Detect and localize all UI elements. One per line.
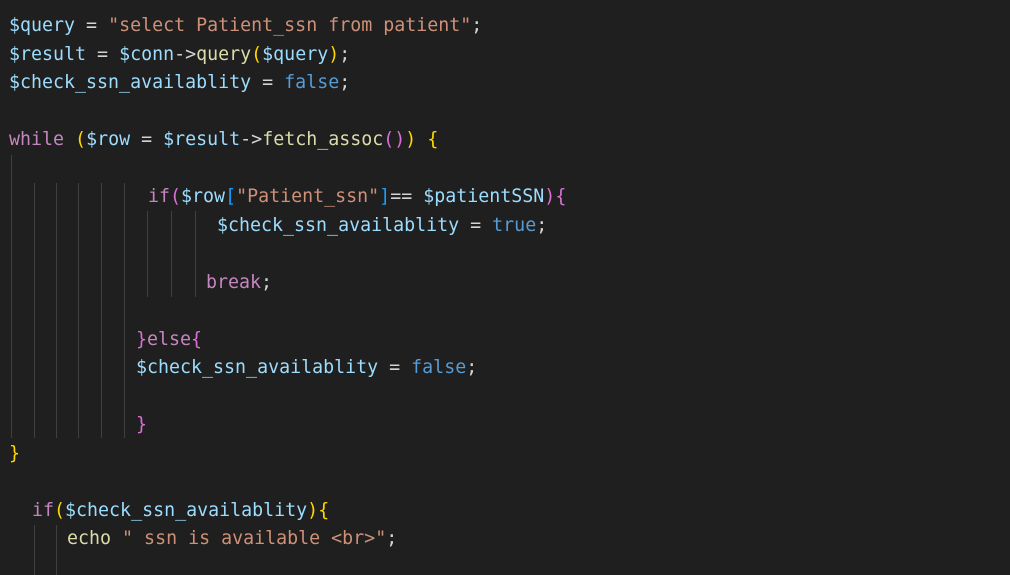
code-token: ( xyxy=(170,186,182,207)
code-line-13[interactable]: $check_ssn_availablity = false; xyxy=(136,354,477,382)
code-token: $check_ssn_availablity xyxy=(217,215,460,236)
code-token: = xyxy=(459,215,493,236)
code-editor[interactable]: $query = "select Patient_ssn from patien… xyxy=(0,0,1010,575)
code-token: $conn xyxy=(119,44,175,65)
code-line-3[interactable]: $check_ssn_availablity = false; xyxy=(9,69,350,97)
code-token: ) xyxy=(394,129,406,150)
code-token: $patientSSN xyxy=(423,186,545,207)
code-token: { xyxy=(555,186,567,207)
code-token: " ssn is available <br>" xyxy=(122,528,387,549)
code-token: ; xyxy=(466,357,478,378)
indent-guide xyxy=(124,183,125,438)
code-token: } xyxy=(136,329,148,350)
code-token: { xyxy=(191,329,203,350)
code-token: ( xyxy=(251,44,263,65)
code-token: false xyxy=(411,357,467,378)
code-token: if xyxy=(32,500,55,521)
indent-guide xyxy=(11,155,12,438)
indent-guide xyxy=(34,525,35,575)
indent-guide xyxy=(56,183,57,438)
code-token: = xyxy=(378,357,412,378)
code-token: ) xyxy=(405,129,417,150)
indent-guide xyxy=(78,183,79,438)
code-token: = xyxy=(130,129,164,150)
code-token: -> xyxy=(240,129,263,150)
code-line-19[interactable]: echo " ssn is available <br>"; xyxy=(67,525,397,553)
code-token: "select Patient_ssn from patient" xyxy=(108,15,472,36)
code-token: $check_ssn_availablity xyxy=(136,357,379,378)
code-token: ; xyxy=(261,272,273,293)
code-line-2[interactable]: $result = $conn->query($query); xyxy=(9,41,350,69)
code-token: ) xyxy=(544,186,556,207)
code-token: "Patient_ssn" xyxy=(236,186,380,207)
indent-guide xyxy=(195,211,196,297)
code-token: ; xyxy=(471,15,483,36)
indent-guide xyxy=(147,211,148,297)
code-token: { xyxy=(318,500,330,521)
code-token: ; xyxy=(386,528,398,549)
code-line-16[interactable]: } xyxy=(9,440,20,468)
code-token: $row xyxy=(181,186,226,207)
code-token: ) xyxy=(307,500,319,521)
code-line-7[interactable]: if($row["Patient_ssn"]== $patientSSN){ xyxy=(148,183,566,211)
indent-guide xyxy=(34,183,35,438)
code-token: $check_ssn_availablity xyxy=(65,500,308,521)
code-token: $result xyxy=(163,129,241,150)
code-token: -> xyxy=(174,44,197,65)
code-token: true xyxy=(492,215,537,236)
code-token: ) xyxy=(328,44,340,65)
code-line-8[interactable]: $check_ssn_availablity = true; xyxy=(217,212,547,240)
code-token: $query xyxy=(262,44,329,65)
code-token: { xyxy=(427,129,439,150)
code-token: $result xyxy=(9,44,87,65)
code-token: else xyxy=(147,329,192,350)
code-token: = xyxy=(251,72,285,93)
code-line-12[interactable]: }else{ xyxy=(136,326,202,354)
code-token: break xyxy=(206,272,262,293)
code-token: } xyxy=(136,414,148,435)
code-token: query xyxy=(196,44,252,65)
code-token: $row xyxy=(86,129,131,150)
indent-guide xyxy=(56,525,57,575)
code-token: ] xyxy=(379,186,391,207)
code-token: } xyxy=(9,443,21,464)
code-token: fetch_assoc xyxy=(262,129,384,150)
code-token: ( xyxy=(54,500,66,521)
code-token: $query xyxy=(9,15,76,36)
code-token: while xyxy=(9,129,65,150)
code-token: ( xyxy=(75,129,87,150)
code-token: == xyxy=(390,186,424,207)
code-token: [ xyxy=(225,186,237,207)
indent-guide xyxy=(171,211,172,297)
code-line-15[interactable]: } xyxy=(136,411,147,439)
code-token: false xyxy=(284,72,340,93)
code-line-1[interactable]: $query = "select Patient_ssn from patien… xyxy=(9,12,482,40)
code-line-5[interactable]: while ($row = $result->fetch_assoc()) { xyxy=(9,126,438,154)
code-token: ; xyxy=(339,72,351,93)
code-token: = xyxy=(75,15,109,36)
indent-guide xyxy=(101,183,102,438)
code-token: $check_ssn_availablity xyxy=(9,72,252,93)
code-token: ; xyxy=(536,215,548,236)
code-line-10[interactable]: break; xyxy=(206,269,272,297)
code-token: = xyxy=(86,44,120,65)
code-token: echo xyxy=(67,528,112,549)
code-token: if xyxy=(148,186,171,207)
code-line-18[interactable]: if($check_ssn_availablity){ xyxy=(32,497,329,525)
code-token: ( xyxy=(383,129,395,150)
code-token: ; xyxy=(339,44,351,65)
